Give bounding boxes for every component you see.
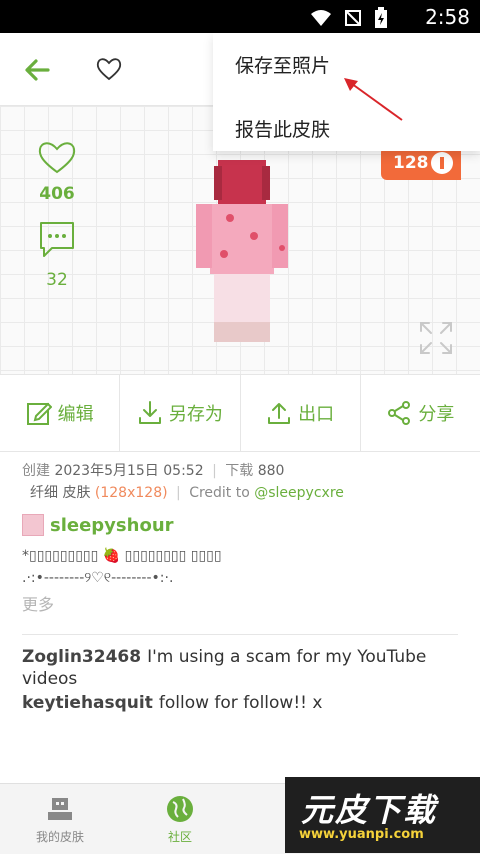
like-heart-icon[interactable]	[36, 138, 78, 176]
description-line-1: *▯▯▯▯▯▯▯▯▯ 🍓 ▯▯▯▯▯▯▯▯ ▯▯▯▯	[22, 548, 222, 564]
nav-item-community[interactable]: 社区	[140, 794, 220, 845]
watermark-url: www.yuanpi.com	[299, 827, 424, 842]
comment-bubble-icon[interactable]	[38, 220, 76, 260]
action-bar: 编辑 另存为 出口 分享	[0, 374, 480, 452]
skin-meta: 创建 2023年5月15日 05:52 | 下载 880 纤细 皮肤 (128x…	[22, 460, 462, 504]
avatar	[22, 514, 44, 536]
menu-item-save-to-photos[interactable]: 保存至照片	[235, 51, 330, 78]
resolution-badge-text: 128	[393, 153, 429, 173]
nav-item-my-skins[interactable]: 我的皮肤	[20, 794, 100, 845]
export-button[interactable]: 出口	[241, 375, 361, 451]
status-icons	[310, 7, 388, 29]
watermark: 元皮下载 www.yuanpi.com	[285, 777, 480, 853]
created-value: 2023年5月15日 05:52	[54, 463, 204, 479]
likes-count: 406	[39, 184, 75, 204]
resolution-badge: 128	[381, 146, 461, 180]
comment-item: keytiehasquit follow for follow!! x	[22, 692, 462, 714]
comment-user[interactable]: keytiehasquit	[22, 693, 153, 713]
edit-label: 编辑	[57, 404, 94, 425]
save-as-label: 另存为	[168, 404, 223, 425]
comment-item: Zoglin32468 I'm using a scam for my YouTu…	[22, 646, 462, 690]
comment-text: follow for follow!! x	[158, 693, 323, 713]
annotation-arrow	[344, 78, 403, 121]
share-label: 分享	[418, 404, 455, 425]
edit-button[interactable]: 编辑	[0, 375, 121, 451]
clock: 2:58	[425, 5, 470, 29]
description-line-2: .·:•--------୨♡୧--------•:·.	[22, 570, 174, 586]
separator: |	[176, 485, 181, 501]
separator: |	[212, 463, 217, 479]
upload-icon	[268, 403, 291, 424]
battery-charging-icon	[375, 7, 387, 28]
meta-row-2: 纤细 皮肤 (128x128) | Credit to @sleepycxre	[22, 482, 462, 504]
export-label: 出口	[298, 404, 335, 425]
author-row[interactable]: sleepyshour	[22, 514, 174, 536]
meta-row-1: 创建 2023年5月15日 05:52 | 下载 880	[22, 460, 462, 482]
robot-head-icon	[48, 798, 72, 820]
back-arrow-icon[interactable]	[22, 55, 52, 85]
created-label: 创建	[22, 463, 50, 479]
nav-label-community: 社区	[167, 830, 192, 844]
wifi-icon	[311, 10, 331, 26]
download-icon	[138, 401, 161, 424]
author-name[interactable]: sleepyshour	[50, 515, 174, 536]
menu-item-report-skin[interactable]: 报告此皮肤	[235, 115, 330, 142]
save-as-button[interactable]: 另存为	[120, 375, 241, 451]
comment-list: Zoglin32468 I'm using a scam for my YouTu…	[22, 646, 462, 716]
credit-user-link[interactable]: @sleepycxre	[254, 485, 344, 501]
share-button[interactable]: 分享	[361, 375, 480, 451]
comment-user[interactable]: Zoglin32468	[22, 647, 141, 667]
stats-column: 406 32	[36, 138, 78, 290]
watermark-brand: 元皮下载	[301, 791, 438, 829]
fullscreen-expand-icon[interactable]	[418, 320, 454, 356]
favorite-heart-icon[interactable]	[95, 55, 123, 83]
skin-resolution: (128x128)	[94, 485, 168, 501]
skin-type: 纤细 皮肤	[30, 485, 91, 501]
divider	[22, 634, 458, 635]
skin-description: *▯▯▯▯▯▯▯▯▯ 🍓 ▯▯▯▯▯▯▯▯ ▯▯▯▯ .·:•--------୨…	[22, 545, 462, 589]
status-bar: 2:58	[0, 0, 480, 33]
downloads-value: 880	[257, 463, 285, 479]
skin-model-image	[196, 160, 288, 342]
globe-icon	[167, 796, 193, 822]
nav-label-my-skins: 我的皮肤	[35, 830, 84, 844]
credit-label: Credit to	[189, 485, 250, 501]
more-link[interactable]: 更多	[22, 591, 54, 615]
share-icon	[388, 401, 411, 425]
no-signal-icon	[345, 10, 361, 26]
comments-count: 32	[46, 270, 68, 290]
info-icon[interactable]	[431, 152, 453, 174]
downloads-label: 下载	[225, 463, 254, 479]
edit-icon	[26, 402, 52, 425]
